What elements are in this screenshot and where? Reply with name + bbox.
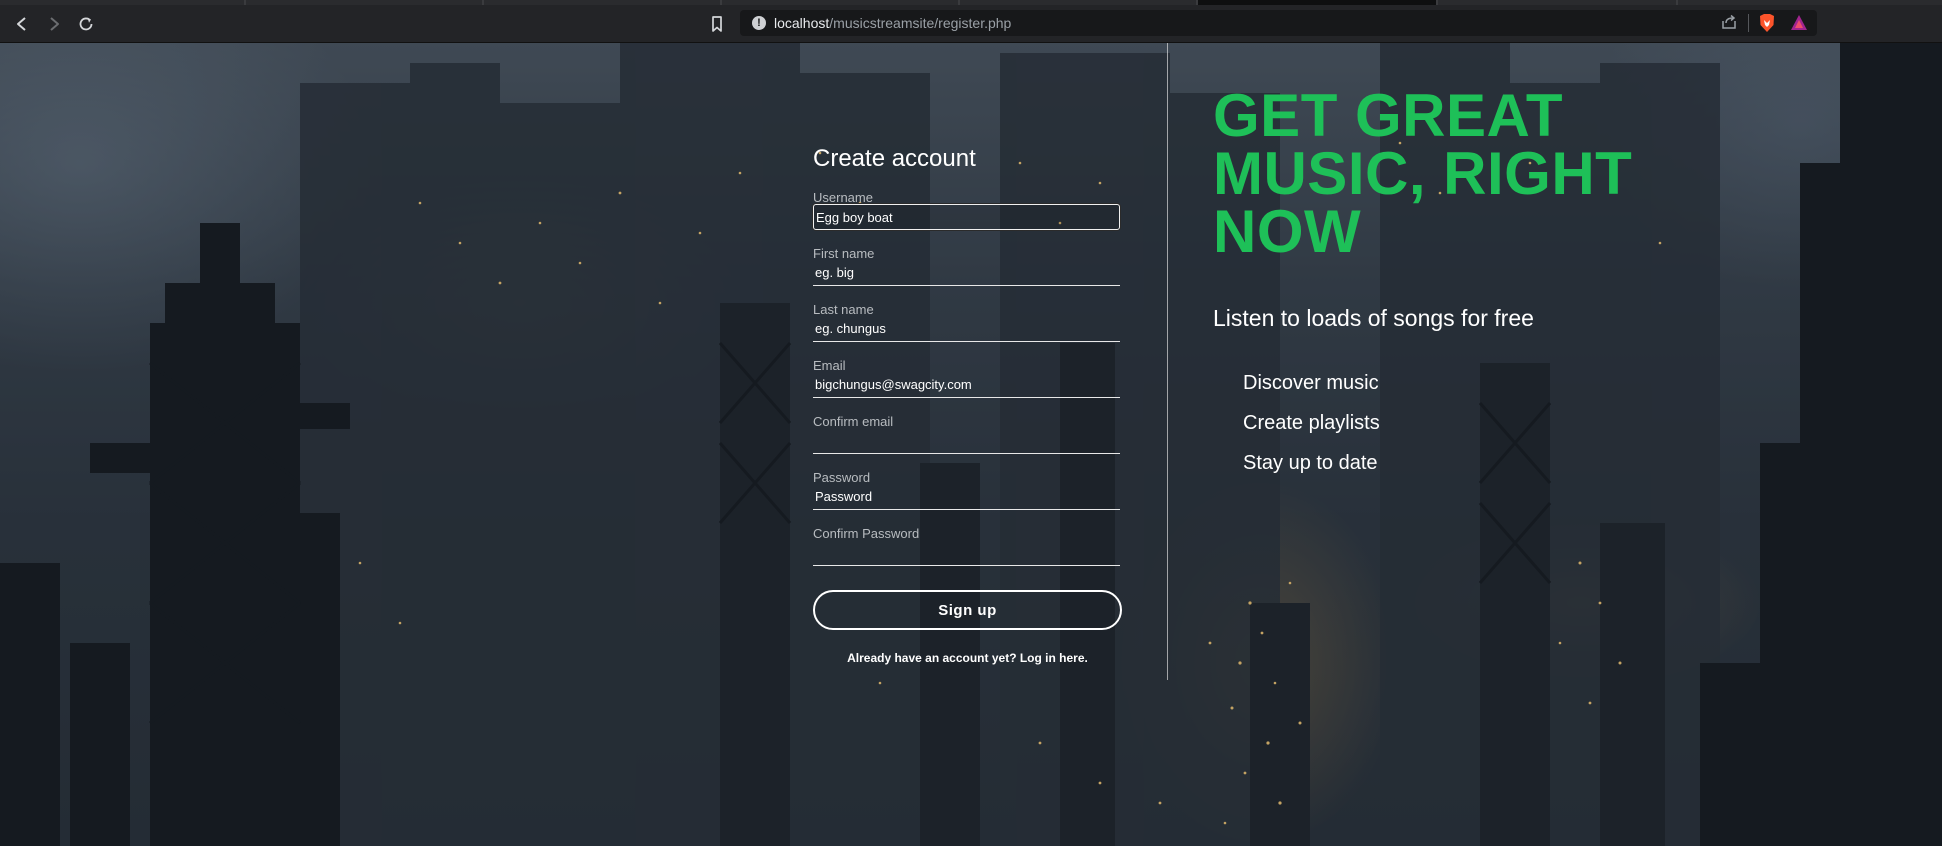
feature-list: Discover music Create playlists Stay up … (1243, 372, 1380, 492)
url-text: localhost/musicstreamsite/register.php (774, 15, 1011, 31)
info-icon[interactable]: ! (752, 16, 766, 30)
feature-item-playlists: Create playlists (1243, 412, 1380, 434)
first-name-field: First name (813, 246, 1122, 286)
last-name-field: Last name (813, 302, 1122, 342)
last-name-label: Last name (813, 302, 874, 317)
reload-icon[interactable] (75, 13, 97, 35)
username-input[interactable] (813, 204, 1120, 230)
email-field: Email (813, 358, 1122, 398)
username-label: Username (813, 190, 873, 205)
signup-button[interactable]: Sign up (813, 590, 1122, 630)
page-background: Create account Username First name Last … (0, 43, 1942, 846)
form-title: Create account (813, 145, 976, 172)
password-field: Password (813, 470, 1122, 510)
promo-headline: GET GREAT MUSIC, RIGHT NOW (1213, 82, 1633, 265)
column-divider (1167, 43, 1168, 680)
first-name-label: First name (813, 246, 875, 261)
password-label: Password (813, 470, 871, 485)
back-arrow-icon[interactable] (11, 13, 33, 35)
first-name-input[interactable] (813, 260, 1120, 286)
promo-subheadline: Listen to loads of songs for free (1213, 305, 1534, 331)
confirm-password-input[interactable] (813, 540, 1120, 566)
username-field: Username (813, 190, 1122, 230)
browser-toolbar: ! localhost/musicstreamsite/register.php (0, 5, 1942, 43)
last-name-input[interactable] (813, 316, 1120, 342)
toolbar-divider (1748, 14, 1749, 32)
forward-arrow-icon[interactable] (43, 13, 65, 35)
confirm-password-label: Confirm Password (813, 526, 920, 541)
confirm-email-label: Confirm email (813, 414, 894, 429)
confirm-email-field: Confirm email (813, 414, 1122, 454)
email-input[interactable] (813, 372, 1120, 398)
confirm-email-input[interactable] (813, 428, 1120, 454)
url-host: localhost (774, 15, 830, 31)
confirm-password-field: Confirm Password (813, 526, 1122, 566)
email-label: Email (813, 358, 846, 373)
address-bar[interactable]: ! localhost/musicstreamsite/register.php (740, 10, 1817, 36)
brave-shield-icon[interactable] (1758, 13, 1776, 33)
feature-item-discover: Discover music (1243, 372, 1379, 394)
url-path: /musicstreamsite/register.php (829, 15, 1012, 31)
feature-item-updates: Stay up to date (1243, 452, 1378, 474)
bookmark-icon[interactable] (706, 13, 728, 35)
share-icon[interactable] (1718, 11, 1740, 33)
brave-rewards-icon[interactable] (1790, 14, 1808, 32)
password-input[interactable] (813, 484, 1120, 510)
login-link[interactable]: Already have an account yet? Log in here… (813, 651, 1122, 665)
